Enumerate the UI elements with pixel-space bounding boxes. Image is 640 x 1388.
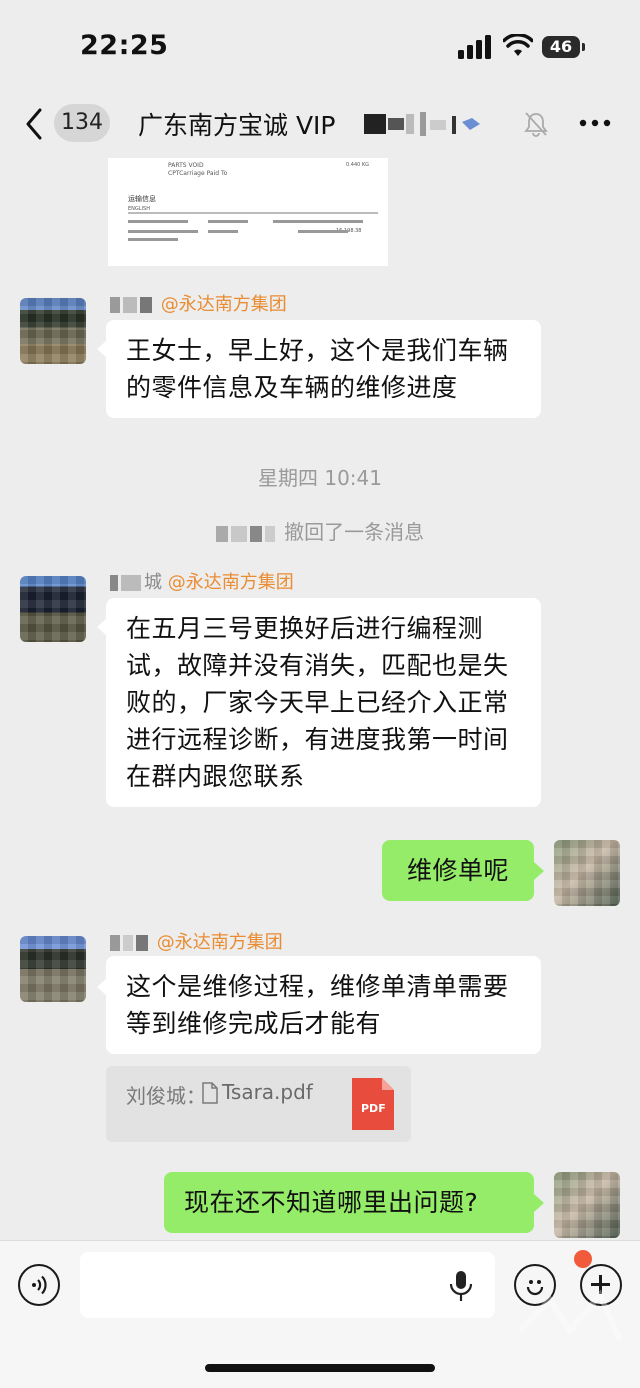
message-bubble[interactable]: 王女士，早上好，这个是我们车辆的零件信息及车辆的维修进度 <box>106 320 541 418</box>
system-timestamp: 星期四 10:41 <box>258 466 382 490</box>
microphone-icon[interactable] <box>448 1270 474 1302</box>
sender-name: 城 @永达南方集团 <box>110 568 294 594</box>
chat-title[interactable]: 广东南方宝诚 VIP <box>138 106 336 142</box>
redacted-name <box>136 935 148 951</box>
message-input[interactable] <box>80 1252 495 1318</box>
recall-notice: 撤回了一条消息 <box>0 516 640 545</box>
back-chevron-icon[interactable] <box>22 106 48 142</box>
doc-line <box>128 220 188 223</box>
redacted-name <box>110 935 120 951</box>
bubble-tail <box>534 1194 544 1212</box>
mention-tag: @永达南方集团 <box>167 572 294 593</box>
watermark-logo <box>517 1289 623 1342</box>
voice-toggle-button[interactable] <box>18 1264 60 1306</box>
file-attachment-card[interactable]: 刘俊城： Tsara.pdf PDF <box>106 1066 411 1142</box>
doc-rule <box>128 212 378 214</box>
redacted-name <box>264 525 275 542</box>
sender-name-tail: 城 <box>144 572 162 593</box>
redacted-name <box>230 525 247 542</box>
notification-dot-icon <box>574 1250 592 1268</box>
title-redaction <box>364 112 480 136</box>
doc-line <box>208 230 238 233</box>
wifi-icon <box>503 34 533 56</box>
message-bubble[interactable]: 在五月三号更换好后进行编程测试，故障并没有消失，匹配也是失败的，厂家今天早上已经… <box>106 598 541 807</box>
redacted-name <box>249 525 262 542</box>
redacted-name <box>123 297 137 313</box>
redacted-name <box>110 575 118 591</box>
unread-count-badge[interactable]: 134 <box>54 104 110 142</box>
file-sender-prefix: 刘俊城： <box>126 1084 206 1108</box>
message-bubble[interactable]: 这个是维修过程，维修单清单需要等到维修完成后才能有 <box>106 956 541 1054</box>
avatar[interactable] <box>20 298 86 364</box>
doc-text: 运输信息 <box>128 195 156 203</box>
doc-line <box>298 230 348 233</box>
avatar[interactable] <box>20 576 86 642</box>
doc-line <box>273 220 363 223</box>
sender-name: @永达南方集团 <box>110 290 287 316</box>
mute-bell-icon <box>524 112 548 137</box>
my-message-bubble[interactable]: 现在还不知道哪里出问题? <box>164 1172 534 1233</box>
doc-line <box>128 238 178 241</box>
file-name: Tsara.pdf <box>222 1080 313 1104</box>
doc-line <box>128 230 198 233</box>
redacted-name <box>123 935 133 951</box>
redacted-name <box>110 297 120 313</box>
avatar[interactable] <box>20 936 86 1002</box>
pdf-label: PDF <box>361 1102 386 1115</box>
recall-text: 撤回了一条消息 <box>284 520 425 544</box>
battery-indicator: 46 <box>542 36 580 58</box>
my-avatar[interactable] <box>554 840 620 906</box>
doc-text: 0.440 KG <box>346 162 370 168</box>
redacted-name <box>140 297 152 313</box>
doc-line <box>208 220 248 223</box>
voice-wave-icon <box>32 1275 47 1295</box>
doc-text: CPTCarriage Paid To <box>168 170 228 177</box>
file-icon <box>202 1082 218 1104</box>
mention-tag: @永达南方集团 <box>156 932 283 953</box>
status-time: 22:25 <box>80 30 169 61</box>
more-options-icon[interactable] <box>578 116 612 130</box>
mention-tag: @永达南方集团 <box>160 294 287 315</box>
redacted-name <box>121 575 141 591</box>
shared-document-image[interactable]: PARTS VOID CPTCarriage Paid To 运输信息 ENGL… <box>108 158 388 266</box>
bubble-tail <box>534 862 544 880</box>
sender-name: @永达南方集团 <box>110 928 283 954</box>
my-avatar[interactable] <box>554 1172 620 1238</box>
home-indicator <box>205 1364 435 1372</box>
my-message-bubble[interactable]: 维修单呢 <box>382 840 534 901</box>
battery-tip <box>582 43 585 51</box>
signal-icon <box>458 35 491 59</box>
redacted-name <box>215 525 228 542</box>
doc-text: PARTS VOID <box>168 162 204 169</box>
